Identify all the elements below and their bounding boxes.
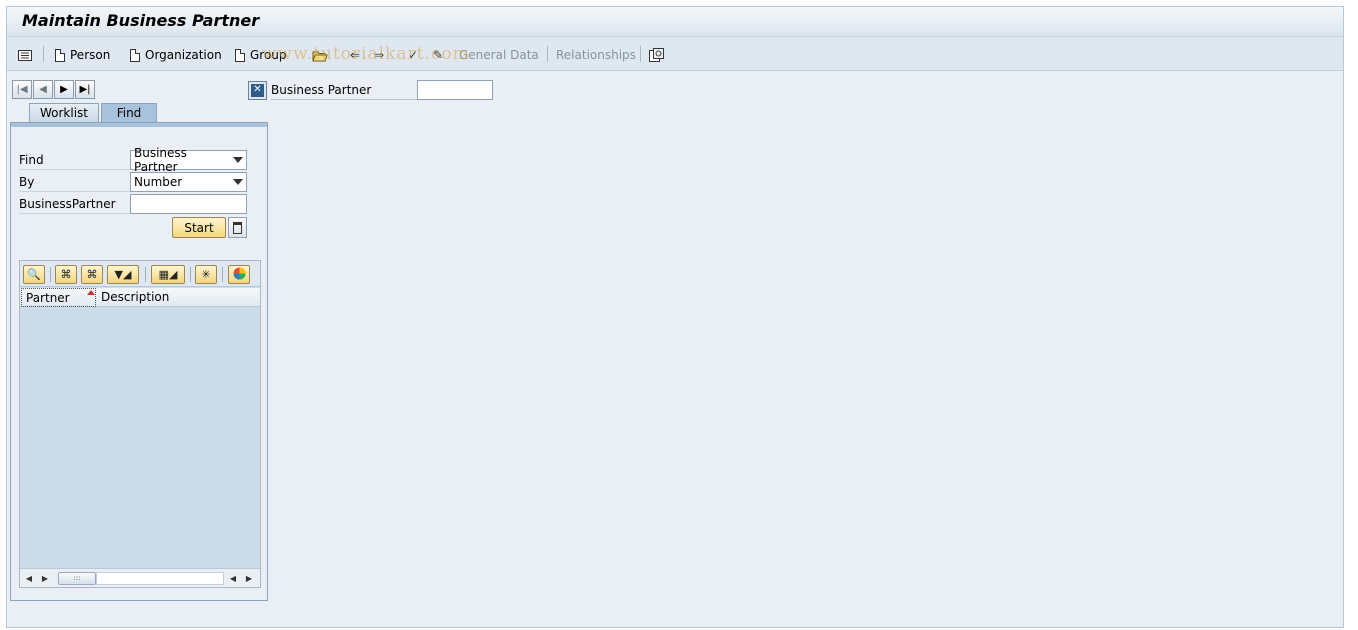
scroll-right-icon[interactable]: ▶ xyxy=(40,573,50,583)
document-icon xyxy=(130,48,140,62)
by-row: By Number xyxy=(19,172,247,192)
chevron-down-icon xyxy=(233,179,243,185)
column-header-partner[interactable]: Partner xyxy=(21,288,96,307)
filter-icon: ▼◢ xyxy=(114,268,132,281)
business-partner-search-label: BusinessPartner xyxy=(19,194,130,214)
grid-toolbar-separator xyxy=(222,267,223,282)
open-button[interactable] xyxy=(312,46,328,64)
toolbar-separator xyxy=(547,46,548,62)
by-label: By xyxy=(19,172,130,192)
group-label: Group xyxy=(250,48,287,62)
results-grid: 🔍 ⌘ ⌘ ▼◢ ▦◢ ✳ Partner Description ◀ ▶::… xyxy=(19,260,261,588)
display-change-button[interactable]: ✎ xyxy=(430,46,446,64)
scroll-right-icon[interactable]: ▶ xyxy=(244,573,254,583)
find-selected-value: Business Partner xyxy=(134,146,187,174)
create-group-button[interactable]: Group xyxy=(235,46,287,64)
column-header-description[interactable]: Description xyxy=(97,288,247,307)
binoculars-icon: ⌘ xyxy=(60,268,72,281)
overview-icon xyxy=(648,48,664,62)
person-label: Person xyxy=(70,48,111,62)
find-dropdown[interactable]: Business Partner xyxy=(130,146,247,174)
scrollbar-thumb[interactable]: ::: xyxy=(58,572,96,585)
previous-icon: ◀ xyxy=(39,84,47,95)
page-title: Maintain Business Partner xyxy=(22,11,260,30)
edit-icon: ✎ xyxy=(432,48,444,62)
table-layout-icon: ▦◢ xyxy=(158,268,178,281)
binoculars-plus-icon: ⌘ xyxy=(86,268,98,281)
panel-top-border xyxy=(11,123,267,127)
find-in-list-button[interactable]: ⌘ xyxy=(55,265,77,284)
find-panel: Find Business Partner By Number Business… xyxy=(10,122,268,601)
application-toolbar: Person Organization Group ⇐ ⇒ ✓ ✎ Genera xyxy=(7,37,1343,71)
scrollbar-track[interactable] xyxy=(96,572,224,585)
relationships-button[interactable]: Relationships xyxy=(556,46,636,64)
sap-window: Maintain Business Partner Person Organiz… xyxy=(6,6,1344,628)
by-dropdown[interactable]: Number xyxy=(130,172,247,192)
horizontal-scrollbar[interactable]: ◀ ▶ ::: ◀ ▶ xyxy=(20,568,260,587)
navigation-buttons: |◀ ◀ ▶ ▶| xyxy=(12,80,95,99)
next-button[interactable]: ⇒ xyxy=(371,46,387,64)
arrow-left-icon: ⇐ xyxy=(349,48,361,62)
sort-indicator-icon xyxy=(87,290,95,295)
grid-toolbar-separator xyxy=(145,267,146,282)
business-partner-header: ✕ Business Partner xyxy=(248,80,493,100)
document-icon xyxy=(55,48,65,62)
partner-overview-button[interactable] xyxy=(648,46,664,64)
chart-button[interactable] xyxy=(228,265,250,284)
list-icon xyxy=(17,48,33,62)
clear-button[interactable] xyxy=(228,217,247,238)
business-partner-field[interactable] xyxy=(417,80,493,100)
last-icon: ▶| xyxy=(79,84,91,95)
tab-find[interactable]: Find xyxy=(101,103,157,123)
show-hide-locator-button[interactable] xyxy=(17,46,33,64)
document-icon xyxy=(235,48,245,62)
chevron-down-icon xyxy=(233,157,243,163)
clear-selection-icon: ✳ xyxy=(201,268,211,281)
grid-column-header: Partner Description xyxy=(20,288,260,307)
details-button[interactable]: 🔍 xyxy=(23,265,45,284)
grid-toolbar-separator xyxy=(190,267,191,282)
general-data-label: General Data xyxy=(459,48,539,62)
grid-toolbar-separator xyxy=(50,267,51,282)
scroll-left-icon[interactable]: ◀ xyxy=(228,573,238,583)
pie-chart-icon xyxy=(233,267,246,283)
last-record-button[interactable]: ▶| xyxy=(75,80,95,99)
business-partner-row: BusinessPartner xyxy=(19,194,247,214)
check-icon: ✓ xyxy=(407,48,419,62)
start-button[interactable]: Start xyxy=(172,217,226,238)
close-icon: ✕ xyxy=(251,83,264,97)
by-selected-value: Number xyxy=(134,175,183,189)
grid-toolbar: 🔍 ⌘ ⌘ ▼◢ ▦◢ ✳ xyxy=(20,261,260,287)
first-record-button[interactable]: |◀ xyxy=(12,80,32,99)
close-locator-button[interactable]: ✕ xyxy=(248,80,267,100)
first-icon: |◀ xyxy=(16,84,28,95)
magnifier-icon: 🔍 xyxy=(27,268,41,281)
title-bar: Maintain Business Partner xyxy=(7,7,1343,37)
scroll-left-icon[interactable]: ◀ xyxy=(24,573,34,583)
toolbar-separator xyxy=(43,46,44,62)
previous-record-button[interactable]: ◀ xyxy=(33,80,53,99)
check-button[interactable]: ✓ xyxy=(405,46,421,64)
layout-button[interactable]: ▦◢ xyxy=(151,265,185,284)
next-record-button[interactable]: ▶ xyxy=(54,80,74,99)
general-data-button[interactable]: General Data xyxy=(459,46,539,64)
find-row: Find Business Partner xyxy=(19,146,247,174)
next-icon: ▶ xyxy=(60,84,68,95)
relationships-label: Relationships xyxy=(556,48,636,62)
tab-worklist[interactable]: Worklist xyxy=(29,103,99,123)
previous-button[interactable]: ⇐ xyxy=(347,46,363,64)
filter-button[interactable]: ▼◢ xyxy=(107,265,139,284)
find-next-button[interactable]: ⌘ xyxy=(81,265,103,284)
delete-selection-button[interactable]: ✳ xyxy=(195,265,217,284)
create-person-button[interactable]: Person xyxy=(55,46,110,64)
organization-label: Organization xyxy=(145,48,222,62)
create-organization-button[interactable]: Organization xyxy=(130,46,222,64)
toolbar-separator xyxy=(640,46,641,62)
find-label: Find xyxy=(19,150,130,170)
arrow-right-icon: ⇒ xyxy=(373,48,385,62)
trash-icon xyxy=(233,221,242,234)
business-partner-search-field[interactable] xyxy=(130,194,247,214)
business-partner-label: Business Partner xyxy=(271,81,417,100)
open-folder-icon xyxy=(312,48,328,62)
